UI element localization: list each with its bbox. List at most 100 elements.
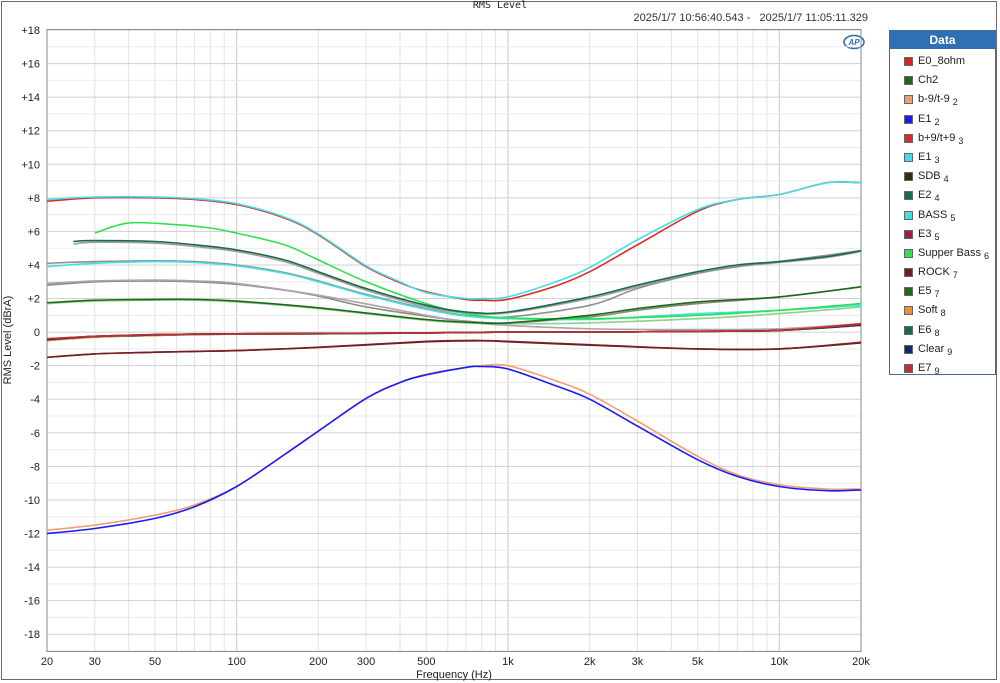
legend-subscript: 7: [934, 289, 940, 300]
legend-swatch: [904, 57, 913, 66]
y-tick-label: -14: [24, 562, 40, 574]
x-tick-label: 2k: [584, 656, 596, 668]
legend-item[interactable]: b+9/t+9 3: [890, 129, 995, 148]
legend-item[interactable]: Ch2: [890, 71, 995, 90]
legend-subscript: 4: [934, 193, 940, 204]
legend-item[interactable]: E1 3: [890, 148, 995, 167]
y-tick-label: -4: [30, 394, 40, 406]
legend-subscript: 9: [934, 366, 940, 376]
legend-label: E7 9: [918, 362, 940, 376]
y-tick-label: +8: [27, 193, 40, 205]
rms-level-chart: +18 +16 +14 +12 +10 +8 +6 +4 +2 0 -2 -4 -6 -8 -10 -12 -1…: [2, 25, 870, 681]
legend-swatch: [904, 287, 913, 297]
legend-label: E6 8: [918, 323, 940, 338]
legend-item[interactable]: E6 8: [890, 321, 995, 340]
y-tick-label: +18: [21, 25, 40, 37]
series-line: [73, 241, 862, 315]
x-tick-label: 10k: [770, 656, 788, 668]
legend-item[interactable]: Clear 9: [890, 340, 995, 359]
legend-subscript: 2: [934, 116, 940, 127]
y-tick-label: -2: [30, 361, 40, 373]
y-tick-labels: +18 +16 +14 +12 +10 +8 +6 +4 +2 0 -2 -4 -6 -8 -10 -12 -1…: [21, 25, 40, 641]
legend-item[interactable]: E5 7: [890, 282, 995, 301]
y-tick-label: 0: [34, 327, 40, 339]
x-tick-label: 1k: [502, 656, 514, 668]
y-tick-label: -6: [30, 428, 40, 440]
legend-subscript: 8: [934, 327, 940, 338]
legend-swatch: [904, 229, 913, 239]
y-tick-label: +12: [21, 126, 40, 138]
legend-label: Supper Bass 6: [918, 246, 989, 261]
x-tick-label: 200: [309, 656, 327, 668]
legend-item[interactable]: E0_8ohm: [890, 52, 995, 71]
legend-swatch: [904, 114, 913, 124]
legend-item[interactable]: BASS 5: [890, 206, 995, 225]
y-tick-label: +2: [27, 294, 40, 306]
y-tick-label: +16: [21, 59, 40, 71]
legend-swatch: [904, 248, 913, 258]
legend-swatch: [904, 191, 913, 201]
legend-header: Data: [890, 31, 995, 49]
legend-item[interactable]: ROCK 7: [890, 263, 995, 282]
legend-swatch: [904, 210, 913, 220]
y-tick-label: -12: [24, 529, 40, 541]
legend-items: E0_8ohm Ch2 b-9/t-9 2 E1 2 b+9/t+9 3 E1 3 SDB 4 E2 4 B…: [890, 49, 995, 378]
legend-subscript: 5: [950, 212, 956, 223]
legend-label: b-9/t-9 2: [918, 93, 958, 108]
legend-label: BASS 5: [918, 208, 956, 223]
legend-label: E2 4: [918, 189, 940, 204]
legend-label: E1 3: [918, 150, 940, 165]
legend-subscript: 3: [958, 135, 964, 146]
legend-subscript: 5: [934, 231, 940, 242]
y-tick-label: +10: [21, 159, 40, 171]
y-axis-label: RMS Level (dBrA): [2, 296, 14, 385]
legend-label: E0_8ohm: [918, 55, 966, 67]
y-tick-label: -10: [24, 495, 40, 507]
legend-swatch: [904, 306, 913, 316]
x-tick-label: 500: [417, 656, 435, 668]
series-line-e7-9: [46, 323, 862, 340]
legend-item[interactable]: E2 4: [890, 186, 995, 205]
legend-label: ROCK 7: [918, 266, 958, 281]
legend-swatch: [904, 133, 913, 143]
legend-label: Ch2: [918, 74, 939, 87]
y-tick-label: +6: [27, 226, 40, 238]
legend-item[interactable]: SDB 4: [890, 167, 995, 186]
legend-swatch: [904, 95, 913, 105]
legend-swatch: [904, 344, 913, 354]
legend-item[interactable]: E1 2: [890, 110, 995, 129]
x-tick-label: 30: [89, 656, 101, 668]
legend-swatch: [904, 364, 913, 373]
legend-item[interactable]: Supper Bass 6: [890, 244, 995, 263]
x-tick-label: 20k: [852, 656, 870, 668]
x-tick-label: 20: [41, 656, 53, 668]
y-tick-label: +4: [27, 260, 40, 272]
legend-subscript: 8: [940, 308, 946, 319]
series-line-supper-bass-6: [94, 221, 862, 320]
x-tick-label: 3k: [632, 656, 644, 668]
legend-label: b+9/t+9 3: [918, 131, 964, 146]
series-line: [46, 249, 862, 319]
series-curves: [46, 181, 862, 535]
x-tick-label: 5k: [692, 656, 704, 668]
legend-label: E1 2: [918, 112, 940, 127]
y-tick-label: -8: [30, 461, 40, 473]
legend-subscript: 7: [952, 270, 958, 281]
legend-swatch: [904, 152, 913, 162]
series-line-e6-8: [73, 239, 862, 315]
x-axis-label: Frequency (Hz): [416, 669, 492, 681]
x-tick-label: 100: [227, 656, 245, 668]
x-tick-labels: 20 30 50 100 200 300 500 1k 2k 3k 5k 10k 20k: [41, 656, 870, 668]
y-tick-label: -16: [24, 596, 40, 608]
legend-item[interactable]: E3 5: [890, 225, 995, 244]
legend-subscript: 3: [934, 154, 940, 165]
y-tick-label: +14: [21, 92, 40, 104]
legend-item[interactable]: b-9/t-9 2: [890, 90, 995, 109]
legend-subscript: 4: [943, 174, 949, 185]
legend-item[interactable]: Soft 8: [890, 301, 995, 320]
legend-swatch: [904, 172, 913, 182]
legend-item[interactable]: E7 9: [890, 359, 995, 378]
legend-swatch: [904, 76, 913, 86]
y-tick-label: -18: [24, 629, 40, 641]
x-tick-label: 300: [357, 656, 375, 668]
